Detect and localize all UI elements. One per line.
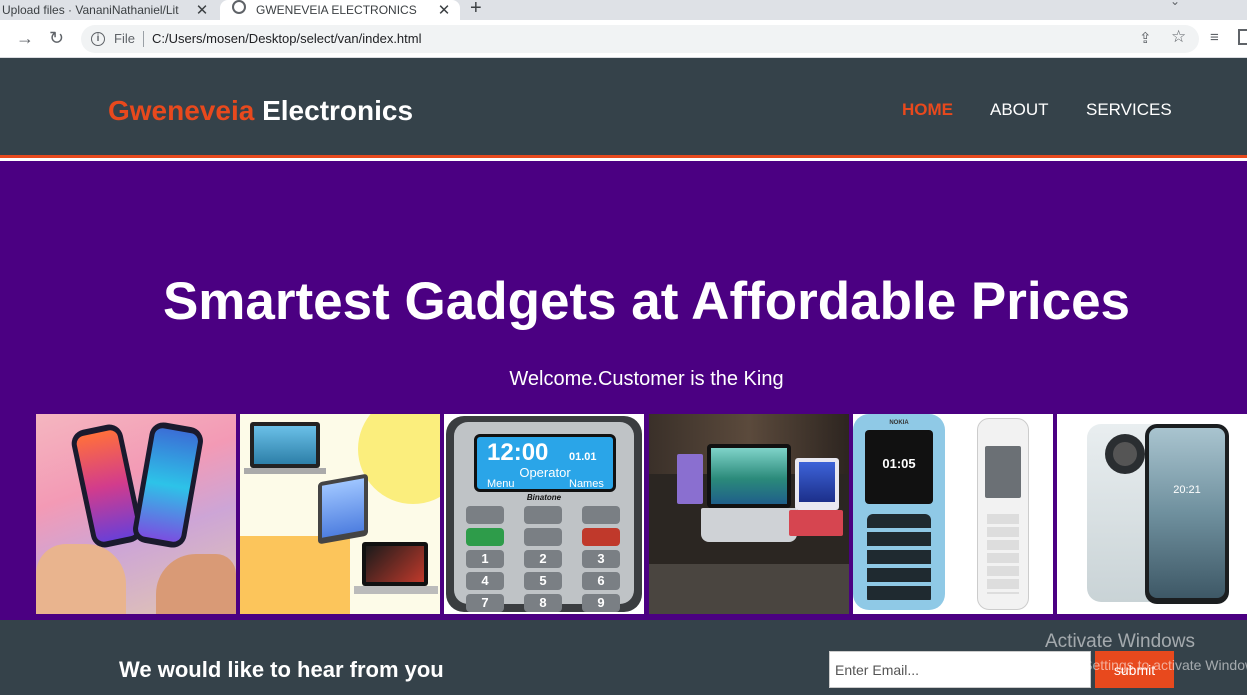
bookmark-star-icon[interactable]: ☆ (1171, 27, 1186, 47)
keypad-phone-softkey-left: Menu (487, 478, 515, 490)
site-header: Gweneveia Electronics HOME ABOUT SERVICE… (0, 58, 1247, 158)
minimize-window-icon[interactable]: — (1216, 0, 1230, 6)
brand-logo[interactable]: Gweneveia Electronics (108, 95, 413, 127)
brand-accent-text: Gweneveia (108, 95, 255, 126)
new-tab-icon[interactable]: + (470, 0, 482, 20)
keypad-phone-time: 12:00 (487, 439, 549, 466)
nav-link-home[interactable]: HOME (902, 100, 953, 120)
smartphones-image (36, 414, 236, 614)
keypad-phone-date: 01.01 (569, 451, 597, 463)
file-scheme-label: File (114, 31, 135, 46)
showcase-tagline: Welcome.Customer is the King (509, 368, 784, 390)
keypad-phone-brand: Binatone (526, 493, 562, 502)
watermark-line-2: Go to Settings to activate Windows. (1045, 657, 1247, 673)
feature-phone-brand: NOKIA (889, 420, 909, 426)
side-panel-icon[interactable] (1238, 29, 1247, 45)
tab-search-chevron-icon[interactable]: ⌄ (1170, 0, 1180, 8)
nav-link-services[interactable]: SERVICES (1086, 100, 1172, 120)
showcase-heading: Smartest Gadgets at Affordable Prices (162, 272, 1131, 331)
media-control-icon[interactable]: ≡ (1210, 29, 1219, 46)
browser-tab-upload[interactable]: Upload files · VananiNathaniel/Lit ✕ (0, 0, 218, 20)
keypad-phone-softkey-right: Names (569, 478, 604, 490)
browser-tab-active[interactable]: GWENEVEIA ELECTRONICS ✕ (220, 0, 460, 20)
url-text[interactable]: C:/Users/mosen/Desktop/select/van/index.… (152, 31, 422, 46)
newsletter-heading: We would like to hear from you (119, 657, 444, 682)
tab-title: Upload files · VananiNathaniel/Lit (2, 3, 179, 17)
watermark-line-1: Activate Windows (1045, 631, 1195, 652)
brand-rest-text: Electronics (262, 95, 414, 126)
forward-arrow-icon[interactable]: → (16, 28, 34, 48)
showcase-section: Smartest Gadgets at Affordable Prices We… (0, 161, 1247, 620)
feature-phone-time: 01:05 (865, 430, 933, 504)
globe-icon (232, 0, 246, 14)
address-bar[interactable]: i File C:/Users/mosen/Desktop/select/van… (81, 25, 1199, 53)
laptop-desk-image (649, 414, 849, 614)
browser-tab-strip: Upload files · VananiNathaniel/Lit ✕ GWE… (0, 0, 1247, 20)
feature-phones-image: NOKIA 01:05 (853, 414, 1053, 614)
nav-link-about[interactable]: ABOUT (990, 100, 1049, 120)
reload-icon[interactable]: ↻ (49, 28, 64, 48)
tab-title: GWENEVEIA ELECTRONICS (256, 3, 417, 17)
close-tab-icon[interactable]: ✕ (192, 1, 212, 19)
nokia-smartphone-image: 20:21 (1057, 414, 1247, 614)
keypad-phone-image: 12:00 01.01 Operator Menu Names Binatone… (444, 414, 644, 614)
browser-toolbar: → ↻ i File C:/Users/mosen/Desktop/select… (0, 20, 1247, 58)
address-separator (143, 31, 144, 47)
smartphone-time: 20:21 (1149, 428, 1225, 598)
product-gallery: 12:00 01.01 Operator Menu Names Binatone… (0, 414, 1247, 614)
activate-windows-watermark: Activate Windows Go to Settings to activ… (1045, 631, 1247, 673)
info-icon[interactable]: i (91, 32, 105, 46)
close-tab-icon[interactable]: ✕ (434, 1, 454, 19)
laptops-tablet-image (240, 414, 440, 614)
share-icon[interactable]: ⇪ (1139, 29, 1152, 47)
